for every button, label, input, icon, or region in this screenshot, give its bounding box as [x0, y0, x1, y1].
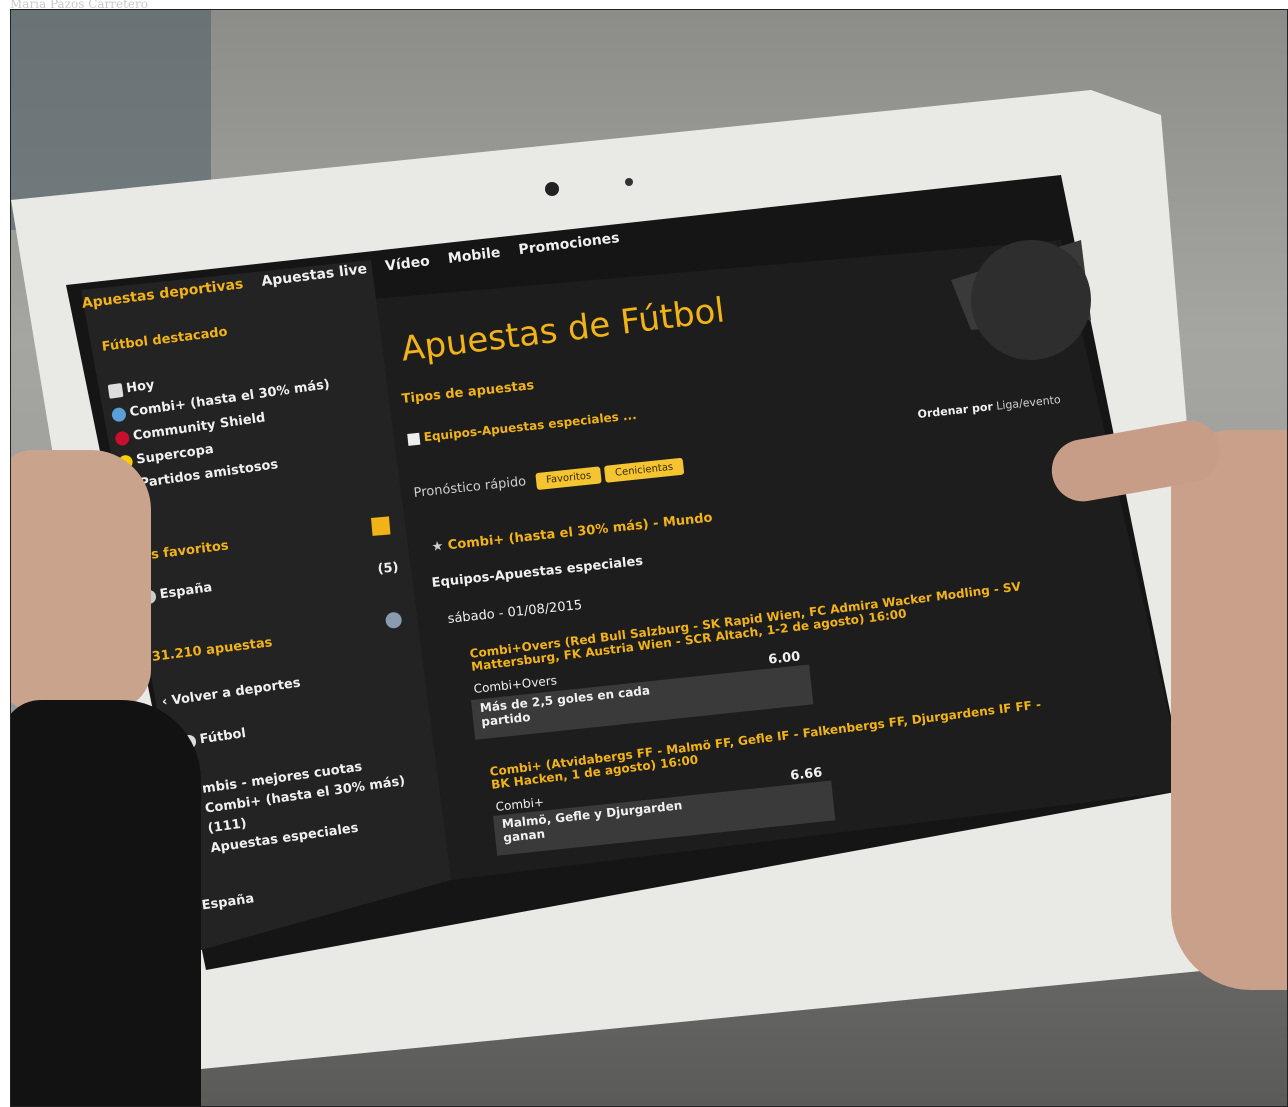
england-flag-icon	[114, 430, 131, 446]
checkbox[interactable]	[407, 432, 421, 446]
front-camera	[545, 182, 559, 196]
right-hand	[1171, 430, 1287, 990]
left-hand	[11, 450, 151, 710]
globe-icon	[110, 406, 127, 423]
light-sensor	[625, 178, 633, 186]
photo: Apuestas deportivas Apuestas live Vídeo …	[10, 9, 1288, 1107]
calendar-icon	[107, 382, 124, 399]
star-icon[interactable]	[371, 516, 391, 536]
favorites-count: (5)	[377, 560, 400, 577]
black-sleeve	[11, 700, 201, 1106]
